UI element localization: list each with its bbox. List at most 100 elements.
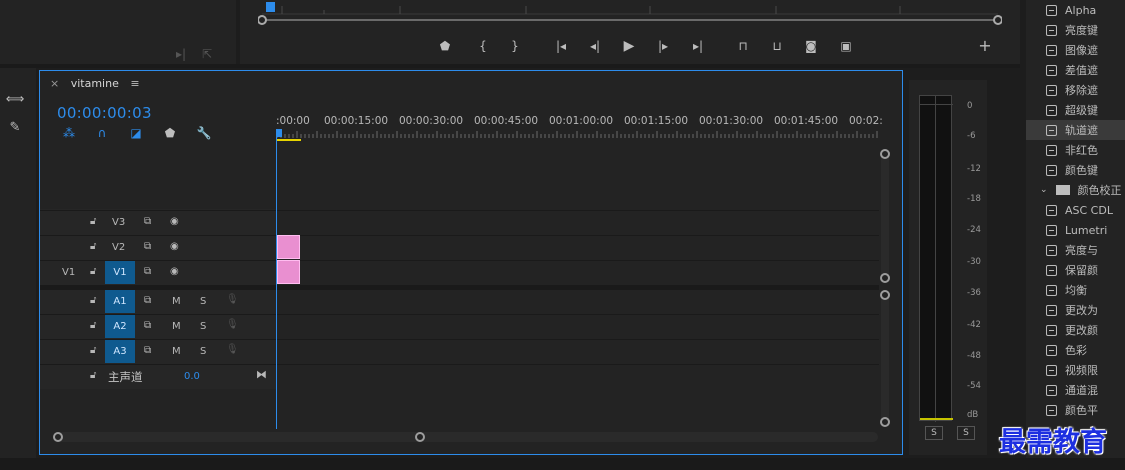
- mute-button[interactable]: M: [172, 321, 181, 332]
- play-icon[interactable]: ▶: [620, 37, 638, 55]
- snap-icon[interactable]: ∩: [93, 124, 111, 142]
- effect-item[interactable]: ASC CDL: [1046, 200, 1113, 220]
- out-point-icon[interactable]: }: [506, 37, 524, 55]
- voice-over-mic-icon[interactable]: 🎙︎: [226, 294, 239, 305]
- effect-item[interactable]: 更改颜: [1046, 320, 1098, 340]
- solo-button[interactable]: S: [200, 296, 206, 307]
- sync-lock-icon[interactable]: ⧉: [144, 216, 151, 227]
- track-target-a2[interactable]: A2: [105, 315, 135, 338]
- clip-v1[interactable]: [277, 260, 300, 284]
- sync-lock-icon[interactable]: ⧉: [144, 295, 151, 306]
- video-vertical-scrollbar[interactable]: [881, 151, 889, 277]
- effect-preset-icon: [1046, 384, 1057, 396]
- effect-item[interactable]: 差值遮: [1046, 60, 1098, 80]
- source-patch-v1[interactable]: V1: [62, 267, 75, 278]
- effect-item[interactable]: 保留颜: [1046, 260, 1098, 280]
- meter-solo-right-button[interactable]: S: [957, 426, 975, 440]
- effect-item[interactable]: Alpha: [1046, 0, 1096, 20]
- effect-item[interactable]: 轨道遮: [1046, 120, 1098, 140]
- panel-divider: [0, 64, 1020, 68]
- sync-lock-icon[interactable]: ⧉: [144, 345, 151, 356]
- marker-icon[interactable]: ⬟: [436, 37, 454, 55]
- linked-selection-icon[interactable]: ◪: [127, 124, 145, 142]
- go-to-in-icon[interactable]: |◂: [552, 37, 570, 55]
- effect-item[interactable]: Lumetri: [1046, 220, 1107, 240]
- solo-button[interactable]: S: [200, 346, 206, 357]
- timeline-tab[interactable]: × vitamine ≡: [50, 77, 140, 90]
- lock-icon[interactable]: 🔓︎: [90, 320, 96, 331]
- time-ruler[interactable]: [277, 129, 879, 143]
- sync-lock-icon[interactable]: ⧉: [144, 241, 151, 252]
- master-volume-value[interactable]: 0.0: [184, 371, 200, 382]
- audio-vertical-scrollbar[interactable]: [881, 293, 889, 423]
- mute-button[interactable]: M: [172, 296, 181, 307]
- meter-solo-left-button[interactable]: S: [925, 426, 943, 440]
- effect-item[interactable]: 颜色平: [1046, 400, 1098, 420]
- lock-icon[interactable]: 🔓︎: [90, 216, 96, 227]
- effect-item[interactable]: 移除遮: [1046, 80, 1098, 100]
- effect-item[interactable]: 更改为: [1046, 300, 1098, 320]
- compare-view-icon[interactable]: ▣: [837, 37, 855, 55]
- export-frame-icon[interactable]: ◙: [802, 37, 820, 55]
- lock-icon[interactable]: 🔓︎: [90, 345, 96, 356]
- lift-icon[interactable]: ⊓: [734, 37, 752, 55]
- effect-item[interactable]: 非红色: [1046, 140, 1098, 160]
- clip-v2[interactable]: [277, 235, 300, 259]
- voice-over-mic-icon[interactable]: 🎙︎: [226, 319, 239, 330]
- effect-item[interactable]: 色彩: [1046, 340, 1087, 360]
- eye-icon[interactable]: ◉: [170, 216, 179, 227]
- extract-icon[interactable]: ⊔: [768, 37, 786, 55]
- add-marker-icon[interactable]: ⬟: [161, 124, 179, 142]
- scroll-handle[interactable]: [53, 432, 63, 442]
- lock-icon[interactable]: 🔓︎: [90, 241, 96, 252]
- chevron-down-icon[interactable]: ⌄: [1040, 185, 1048, 195]
- playhead[interactable]: [276, 129, 277, 429]
- effect-item[interactable]: 通道混: [1046, 380, 1098, 400]
- effect-item[interactable]: 视频限: [1046, 360, 1098, 380]
- effect-folder[interactable]: ⌄ 颜色校正: [1040, 180, 1122, 200]
- horizontal-zoom-scrollbar[interactable]: [55, 432, 878, 442]
- track-target-a3[interactable]: A3: [105, 340, 135, 363]
- in-point-icon[interactable]: {: [474, 37, 492, 55]
- add-button[interactable]: +: [976, 37, 994, 55]
- lock-icon[interactable]: 🔓︎: [90, 370, 96, 381]
- panel-menu-icon[interactable]: ≡: [130, 77, 139, 90]
- program-scrubber[interactable]: [258, 0, 1002, 28]
- scroll-handle[interactable]: [880, 290, 890, 300]
- effect-item[interactable]: 超级键: [1046, 100, 1098, 120]
- eye-icon[interactable]: ◉: [170, 266, 179, 277]
- solo-button[interactable]: S: [200, 321, 206, 332]
- lock-icon[interactable]: 🔓︎: [90, 295, 96, 306]
- track-target-v1[interactable]: V1: [105, 261, 135, 284]
- sync-lock-icon[interactable]: ⧉: [144, 266, 151, 277]
- go-to-out-icon[interactable]: ▸|: [689, 37, 707, 55]
- eye-icon[interactable]: ◉: [170, 241, 179, 252]
- scroll-handle[interactable]: [415, 432, 425, 442]
- sync-lock-icon[interactable]: ⧉: [144, 320, 151, 331]
- step-back-icon[interactable]: ◂|: [586, 37, 604, 55]
- overwrite-icon[interactable]: ⇱: [198, 45, 216, 63]
- effect-preset-icon: [1046, 164, 1057, 176]
- settings-wrench-icon[interactable]: 🔧: [195, 124, 213, 142]
- nest-icon[interactable]: ⁂: [60, 124, 78, 142]
- track-target-a1[interactable]: A1: [105, 290, 135, 313]
- playhead-timecode[interactable]: 00:00:00:03: [57, 104, 152, 122]
- master-collapse-icon[interactable]: ⧓: [256, 368, 267, 381]
- lock-icon[interactable]: 🔓︎: [90, 266, 96, 277]
- close-icon[interactable]: ×: [50, 77, 59, 90]
- mute-button[interactable]: M: [172, 346, 181, 357]
- effect-item[interactable]: 亮度与: [1046, 240, 1098, 260]
- pen-icon[interactable]: ✎: [6, 118, 24, 136]
- ripple-edit-icon[interactable]: ⟺: [6, 90, 25, 108]
- effect-item[interactable]: 图像遮: [1046, 40, 1098, 60]
- effect-item[interactable]: 亮度键: [1046, 20, 1098, 40]
- scroll-handle[interactable]: [880, 149, 890, 159]
- voice-over-mic-icon[interactable]: 🎙︎: [226, 344, 239, 355]
- effect-item[interactable]: 颜色键: [1046, 160, 1098, 180]
- step-forward-icon[interactable]: |▸: [654, 37, 672, 55]
- insert-icon[interactable]: ▸|: [172, 45, 190, 63]
- effect-item[interactable]: 均衡: [1046, 280, 1087, 300]
- scroll-handle[interactable]: [880, 417, 890, 427]
- scroll-handle[interactable]: [880, 273, 890, 283]
- ruler-label: 00:00:30:00: [399, 115, 464, 127]
